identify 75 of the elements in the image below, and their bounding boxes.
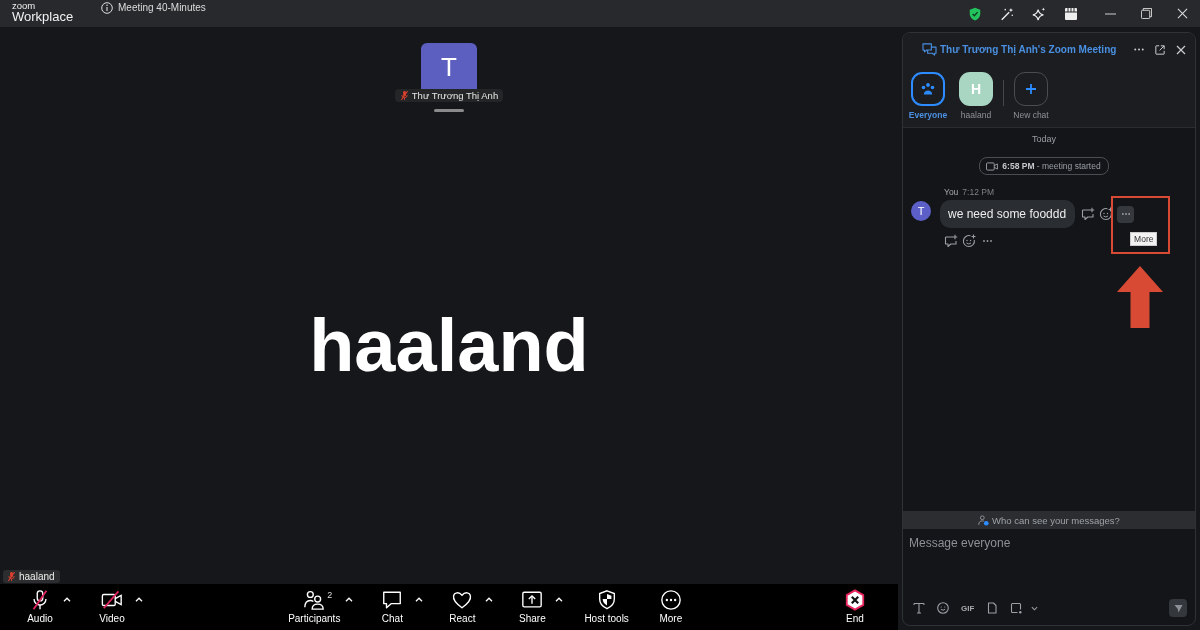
avatar: T xyxy=(911,201,931,221)
recipient-tab[interactable]: H haaland xyxy=(953,72,999,120)
message-time: 7:12 PM xyxy=(962,187,994,197)
ellipsis-circle-icon xyxy=(659,589,682,611)
comment-plus-icon[interactable] xyxy=(944,234,958,248)
caret-icon[interactable] xyxy=(63,597,71,602)
caret-icon[interactable] xyxy=(345,597,354,602)
participant-name: haaland xyxy=(19,571,55,582)
host-tools-button[interactable]: Host tools xyxy=(581,589,632,624)
notice-text: Who can see your messages? xyxy=(992,514,1120,526)
person-badge-icon xyxy=(978,514,990,526)
chat-button[interactable]: Chat xyxy=(371,589,414,624)
video-camera-icon xyxy=(986,161,999,171)
sparkle-icon[interactable] xyxy=(1032,6,1046,21)
close-icon[interactable] xyxy=(1176,8,1188,19)
participant-avatar: T xyxy=(421,43,477,92)
more-button[interactable]: More xyxy=(649,589,692,624)
participant-name: Thư Trương Thị Anh xyxy=(411,90,499,101)
sender-name: You xyxy=(944,187,959,197)
end-button[interactable]: End xyxy=(834,589,876,624)
chat-title: Thư Trương Thị Anh's Zoom Meeting xyxy=(940,44,1117,55)
comment-plus-icon[interactable] xyxy=(1081,207,1096,221)
send-icon xyxy=(1173,603,1183,613)
share-button[interactable]: Share xyxy=(511,589,554,624)
date-divider: Today xyxy=(1032,133,1056,145)
drag-handle[interactable] xyxy=(434,109,464,112)
logo-wordmark: zoom xyxy=(12,1,36,10)
meeting-info-text: Meeting 40-Minutes xyxy=(118,2,206,13)
plus-icon xyxy=(1014,72,1048,106)
audio-button[interactable]: Audio xyxy=(19,589,61,624)
react-button[interactable]: React xyxy=(441,589,484,624)
caret-icon[interactable] xyxy=(555,597,564,602)
chevron-down-icon[interactable] xyxy=(1031,605,1039,611)
caret-icon[interactable] xyxy=(415,597,424,602)
file-icon[interactable] xyxy=(986,602,999,614)
people-icon xyxy=(303,589,326,611)
pop-out-icon[interactable] xyxy=(1155,44,1165,55)
people-group-icon xyxy=(911,72,945,106)
clapperboard-icon[interactable] xyxy=(1064,6,1078,21)
event-text: 6:58 PM - meeting started xyxy=(1002,161,1101,171)
magic-wand-icon[interactable] xyxy=(1000,6,1014,21)
emoji-icon[interactable] xyxy=(937,602,949,614)
visibility-notice-bar[interactable]: Who can see your messages? xyxy=(903,511,1195,529)
product-name: Workplace xyxy=(12,10,74,24)
caret-icon[interactable] xyxy=(485,597,494,602)
minimize-icon[interactable] xyxy=(1104,12,1116,15)
recipient-tab[interactable]: New chat xyxy=(1008,72,1054,120)
restore-icon[interactable] xyxy=(1140,8,1152,19)
ellipsis-icon[interactable] xyxy=(1134,48,1144,51)
speech-bubble-icon xyxy=(381,589,404,611)
highlight-frame xyxy=(1111,195,1171,254)
caret-icon[interactable] xyxy=(135,597,143,602)
active-speaker-name: haaland xyxy=(309,309,589,383)
text-format-icon[interactable] xyxy=(913,602,925,614)
square-dot-icon[interactable] xyxy=(1010,602,1023,614)
participant-count: 2 xyxy=(327,590,333,600)
hexagon-x-icon xyxy=(844,589,866,611)
tooltip: More xyxy=(1130,231,1158,246)
up-arrow-icon xyxy=(1117,265,1164,328)
message-bubble: we need some fooddd xyxy=(940,200,1076,228)
shield-check-icon[interactable] xyxy=(968,6,982,21)
video-button[interactable]: Video xyxy=(91,589,133,624)
more-button[interactable] xyxy=(1117,205,1135,223)
chat-bubbles-icon xyxy=(922,43,937,56)
smiley-plus-icon[interactable] xyxy=(1099,207,1114,221)
info-icon[interactable] xyxy=(101,1,113,14)
close-icon[interactable] xyxy=(1176,44,1186,55)
share-screen-icon xyxy=(521,589,544,611)
recipient-tab[interactable]: Everyone xyxy=(905,72,951,120)
participants-button[interactable]: 2 Participants xyxy=(285,589,344,624)
contact-avatar: H xyxy=(959,72,993,106)
smiley-plus-icon[interactable] xyxy=(962,234,976,248)
gif-button[interactable]: GIF xyxy=(961,603,975,613)
send-button[interactable] xyxy=(1169,599,1187,617)
heart-icon xyxy=(451,589,474,611)
